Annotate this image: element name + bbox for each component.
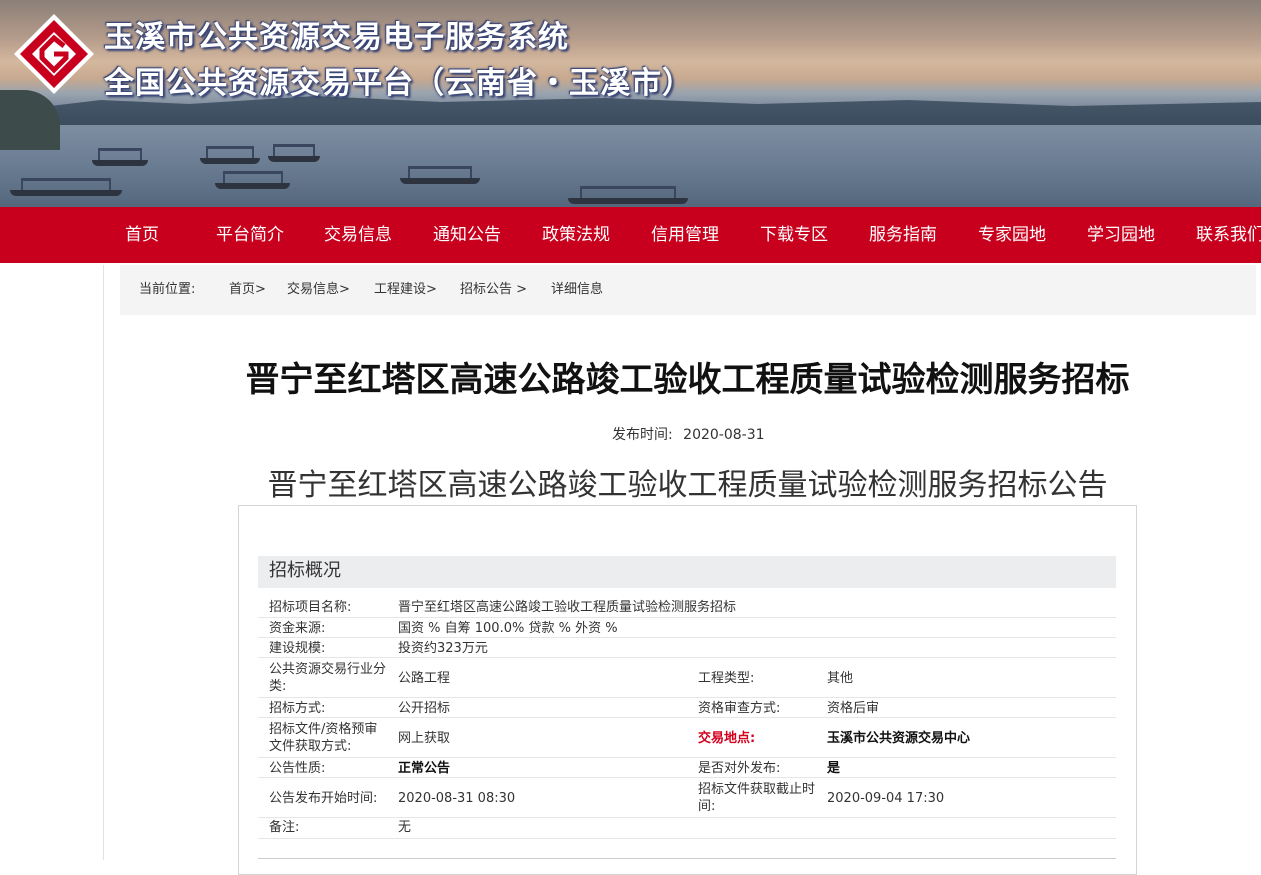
funding-label: 资金来源:	[269, 621, 326, 636]
breadcrumb: 当前位置: 首页> 交易信息> 工程建设> 招标公告 > 详细信息	[120, 265, 1256, 315]
remark-value: 无	[398, 820, 412, 835]
start-time-label: 公告发布开始时间:	[269, 791, 378, 806]
boat	[92, 148, 148, 166]
main-nav: 首页 平台简介 交易信息 通知公告 政策法规 信用管理 下载专区 服务指南 专家…	[0, 207, 1261, 263]
location-value: 玉溪市公共资源交易中心	[827, 731, 971, 746]
logo-icon	[14, 14, 94, 94]
method-label: 招标方式:	[269, 701, 326, 716]
page-title: 晋宁至红塔区高速公路竣工验收工程质量试验检测服务招标	[245, 360, 1130, 400]
nav-item-about[interactable]: 平台简介	[216, 207, 284, 263]
breadcrumb-detail: 详细信息	[551, 282, 604, 297]
site-title: 玉溪市公共资源交易电子服务系统	[104, 20, 569, 55]
notice-title: 晋宁至红塔区高速公路竣工验收工程质量试验检测服务招标公告	[267, 468, 1108, 503]
boat	[568, 186, 688, 204]
nav-item-home[interactable]: 首页	[125, 207, 159, 263]
header-banner: 玉溪市公共资源交易电子服务系统 全国公共资源交易平台（云南省・玉溪市）	[0, 0, 1261, 207]
location-label: 交易地点:	[698, 731, 756, 746]
section-title: 招标概况	[269, 560, 341, 581]
publish-time: 发布时间: 2020-08-31	[612, 424, 765, 444]
boat	[268, 144, 320, 162]
section-bottom-border	[258, 858, 1116, 859]
external-label: 是否对外发布:	[698, 761, 781, 776]
start-time-value: 2020-08-31 08:30	[398, 791, 516, 806]
project-name-label: 招标项目名称:	[269, 600, 352, 615]
publish-label: 发布时间:	[612, 427, 673, 443]
row-divider	[258, 757, 1116, 758]
breadcrumb-trade-info[interactable]: 交易信息>	[287, 265, 350, 315]
scale-label: 建设规模:	[269, 641, 326, 656]
nav-item-learning[interactable]: 学习园地	[1087, 207, 1155, 263]
boat	[10, 178, 122, 196]
project-name-value: 晋宁至红塔区高速公路竣工验收工程质量试验检测服务招标	[398, 600, 737, 615]
breadcrumb-label: 当前位置:	[139, 282, 196, 297]
row-divider	[258, 617, 1116, 618]
review-label: 资格审查方式:	[698, 701, 781, 716]
nav-item-policy[interactable]: 政策法规	[542, 207, 610, 263]
row-divider	[258, 817, 1116, 818]
nav-item-credit[interactable]: 信用管理	[651, 207, 719, 263]
platform-title: 全国公共资源交易平台（云南省・玉溪市）	[104, 66, 693, 101]
row-divider	[258, 657, 1116, 658]
deadline-label: 招标文件获取截止时 间:	[698, 782, 816, 814]
row-divider	[258, 717, 1116, 718]
boat	[400, 166, 480, 184]
external-value: 是	[827, 761, 841, 776]
remark-label: 备注:	[269, 820, 300, 835]
nav-item-notices[interactable]: 通知公告	[433, 207, 501, 263]
nav-item-trade-info[interactable]: 交易信息	[324, 207, 392, 263]
scale-value: 投资约323万元	[398, 641, 488, 656]
funding-value: 国资 % 自筹 100.0% 贷款 % 外资 %	[398, 621, 618, 636]
row-divider	[258, 637, 1116, 638]
boat	[215, 171, 290, 189]
row-divider	[258, 838, 1116, 839]
nature-label: 公告性质:	[269, 761, 326, 776]
publish-date: 2020-08-31	[683, 427, 765, 443]
industry-value: 公路工程	[398, 671, 451, 686]
breadcrumb-tender-notice[interactable]: 招标公告 >	[460, 265, 527, 315]
nav-item-experts[interactable]: 专家园地	[978, 207, 1046, 263]
row-divider	[258, 777, 1116, 778]
section-header: 招标概况	[258, 556, 1116, 588]
nav-item-contact[interactable]: 联系我们	[1196, 207, 1261, 263]
method-value: 公开招标	[398, 701, 451, 716]
boat	[200, 146, 260, 164]
nature-value: 正常公告	[398, 761, 451, 776]
doc-method-value: 网上获取	[398, 731, 451, 746]
nav-item-guide[interactable]: 服务指南	[869, 207, 937, 263]
row-divider	[258, 697, 1116, 698]
banner-shore	[0, 90, 60, 150]
review-value: 资格后审	[827, 701, 880, 716]
nav-item-downloads[interactable]: 下载专区	[760, 207, 828, 263]
doc-method-label: 招标文件/资格预审 文件获取方式:	[269, 722, 378, 754]
deadline-value: 2020-09-04 17:30	[827, 791, 945, 806]
industry-label: 公共资源交易行业分 类:	[269, 662, 387, 694]
project-type-value: 其他	[827, 671, 854, 686]
breadcrumb-home[interactable]: 首页>	[229, 265, 266, 315]
breadcrumb-engineering[interactable]: 工程建设>	[374, 265, 437, 315]
project-type-label: 工程类型:	[698, 671, 755, 686]
